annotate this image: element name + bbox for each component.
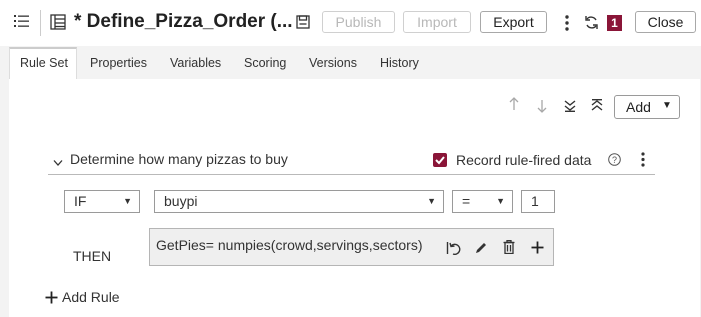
value-input[interactable]: 1: [521, 190, 555, 213]
record-rule-fired-checkbox[interactable]: [433, 153, 447, 167]
more-options-icon[interactable]: [565, 15, 569, 31]
import-button[interactable]: Import: [403, 11, 471, 33]
tab-versions[interactable]: Versions: [309, 56, 357, 70]
publish-button[interactable]: Publish: [322, 11, 395, 33]
sync-icon[interactable]: [584, 15, 599, 30]
page-title: * Define_Pizza_Order (...: [74, 11, 293, 32]
undo-icon[interactable]: [446, 241, 461, 260]
caret-down-icon: ▼: [496, 196, 505, 206]
add-action-icon[interactable]: [531, 241, 544, 259]
operator-value: =: [462, 193, 471, 209]
tab-rule-set[interactable]: Rule Set: [20, 56, 68, 70]
tab-scoring[interactable]: Scoring: [244, 56, 286, 70]
move-up-icon[interactable]: [509, 97, 519, 114]
plus-icon: [45, 291, 58, 304]
operator-select[interactable]: = ▼: [452, 190, 513, 213]
help-icon[interactable]: ?: [608, 153, 621, 166]
then-label: THEN: [73, 248, 112, 264]
expand-all-icon[interactable]: [564, 99, 576, 117]
action-box[interactable]: GetPies= numpies(crowd,servings,sectors): [149, 228, 554, 266]
notification-badge[interactable]: 1: [607, 15, 622, 31]
export-button[interactable]: Export: [480, 11, 547, 33]
rule-more-options-icon[interactable]: [641, 152, 645, 167]
rule-name[interactable]: Determine how many pizzas to buy: [70, 151, 288, 167]
if-keyword-select[interactable]: IF ▼: [64, 190, 140, 213]
tab-properties[interactable]: Properties: [90, 56, 147, 70]
add-label: Add: [626, 99, 651, 115]
chevron-down-icon[interactable]: [53, 154, 63, 172]
save-icon[interactable]: [296, 15, 310, 29]
edit-icon[interactable]: [475, 241, 488, 259]
caret-down-icon: ▼: [662, 100, 672, 111]
collapse-all-icon[interactable]: [591, 98, 603, 117]
divider: [40, 10, 41, 36]
add-rule-label: Add Rule: [62, 289, 120, 305]
action-expression: GetPies= numpies(crowd,servings,sectors): [156, 237, 423, 253]
record-rule-fired-label: Record rule-fired data: [456, 152, 592, 168]
caret-down-icon: ▼: [123, 196, 132, 206]
tab-history[interactable]: History: [380, 56, 419, 70]
tab-variables[interactable]: Variables: [170, 56, 221, 70]
svg-text:?: ?: [612, 155, 617, 165]
variable-value: buypi: [164, 193, 198, 209]
rule-divider: [48, 174, 655, 175]
caret-down-icon: ▼: [427, 196, 436, 206]
delete-icon[interactable]: [503, 239, 515, 259]
ruleset-icon: [50, 14, 66, 30]
close-button[interactable]: Close: [635, 11, 696, 33]
list-menu-icon[interactable]: [14, 13, 30, 29]
if-keyword-value: IF: [74, 193, 87, 209]
variable-select[interactable]: buypi ▼: [154, 190, 444, 213]
add-dropdown-button[interactable]: Add ▼: [614, 95, 680, 119]
move-down-icon[interactable]: [537, 99, 547, 118]
